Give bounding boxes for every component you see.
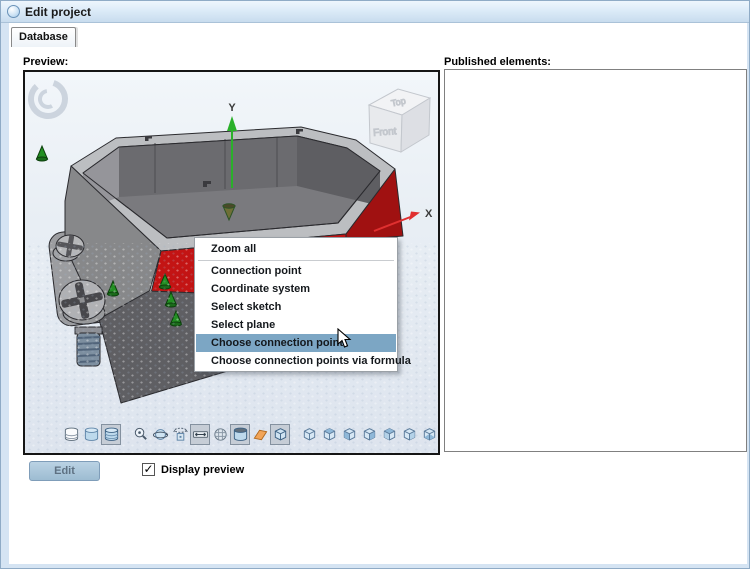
isometric-view-icon[interactable] [270, 424, 290, 445]
view-cube-1-icon[interactable] [299, 424, 319, 445]
watermark-logo [25, 75, 72, 122]
zoom-icon[interactable] [130, 424, 150, 445]
y-axis-label: Y [228, 102, 236, 114]
tab-database[interactable]: Database [11, 27, 76, 47]
menu-item-select-plane[interactable]: Select plane [196, 316, 396, 334]
mouse-cursor-icon [337, 328, 353, 350]
view-cube[interactable]: Top Front [369, 89, 430, 152]
published-elements-list[interactable] [444, 69, 747, 452]
shaded-edges-view-icon[interactable] [101, 424, 121, 445]
view-cube-3-icon[interactable] [339, 424, 359, 445]
published-elements-label: Published elements: [444, 56, 551, 68]
view-cube-4-icon[interactable] [359, 424, 379, 445]
view-cube-6-icon[interactable] [399, 424, 419, 445]
plane-select-icon[interactable] [250, 424, 270, 445]
wireframe-view-icon[interactable] [61, 424, 81, 445]
title-bar[interactable]: Edit project [1, 1, 750, 23]
shaded-view-icon[interactable] [81, 424, 101, 445]
menu-item-coordinate-system[interactable]: Coordinate system [196, 280, 396, 298]
display-preview-checkbox[interactable]: ✓ [142, 463, 155, 476]
preview-toolbar [61, 424, 440, 445]
display-preview-label: Display preview [161, 464, 244, 476]
view-cube-2-icon[interactable] [319, 424, 339, 445]
edit-button[interactable]: Edit [29, 461, 100, 481]
chevron-expand-icon[interactable] [439, 424, 440, 445]
view-cube-7-icon[interactable] [419, 424, 439, 445]
window-title: Edit project [25, 5, 91, 19]
menu-separator [198, 260, 394, 261]
measure-icon[interactable] [190, 424, 210, 445]
orbit-icon[interactable] [150, 424, 170, 445]
menu-item-choose-connection-points-via-formula[interactable]: Choose connection points via formula [196, 352, 396, 370]
menu-item-select-sketch[interactable]: Select sketch [196, 298, 396, 316]
menu-item-connection-point[interactable]: Connection point [196, 262, 396, 280]
turntable-icon[interactable] [170, 424, 190, 445]
display-preview-checkbox-row: ✓ Display preview [142, 463, 244, 476]
view-cube-front-label: Front [373, 126, 397, 139]
preview-label: Preview: [23, 56, 68, 68]
view-cube-5-icon[interactable] [379, 424, 399, 445]
mesh-view-icon[interactable] [210, 424, 230, 445]
section-view-icon[interactable] [230, 424, 250, 445]
menu-item-choose-connection-point[interactable]: Choose connection point [196, 334, 396, 352]
preview-viewport[interactable]: Top Front [23, 70, 440, 455]
x-axis-label: X [425, 208, 433, 220]
app-icon [7, 5, 20, 18]
context-menu: Zoom all Connection point Coordinate sys… [194, 237, 398, 372]
menu-item-zoom-all[interactable]: Zoom all [196, 239, 396, 259]
edit-project-window: Edit project Database Preview: Published… [0, 0, 750, 569]
